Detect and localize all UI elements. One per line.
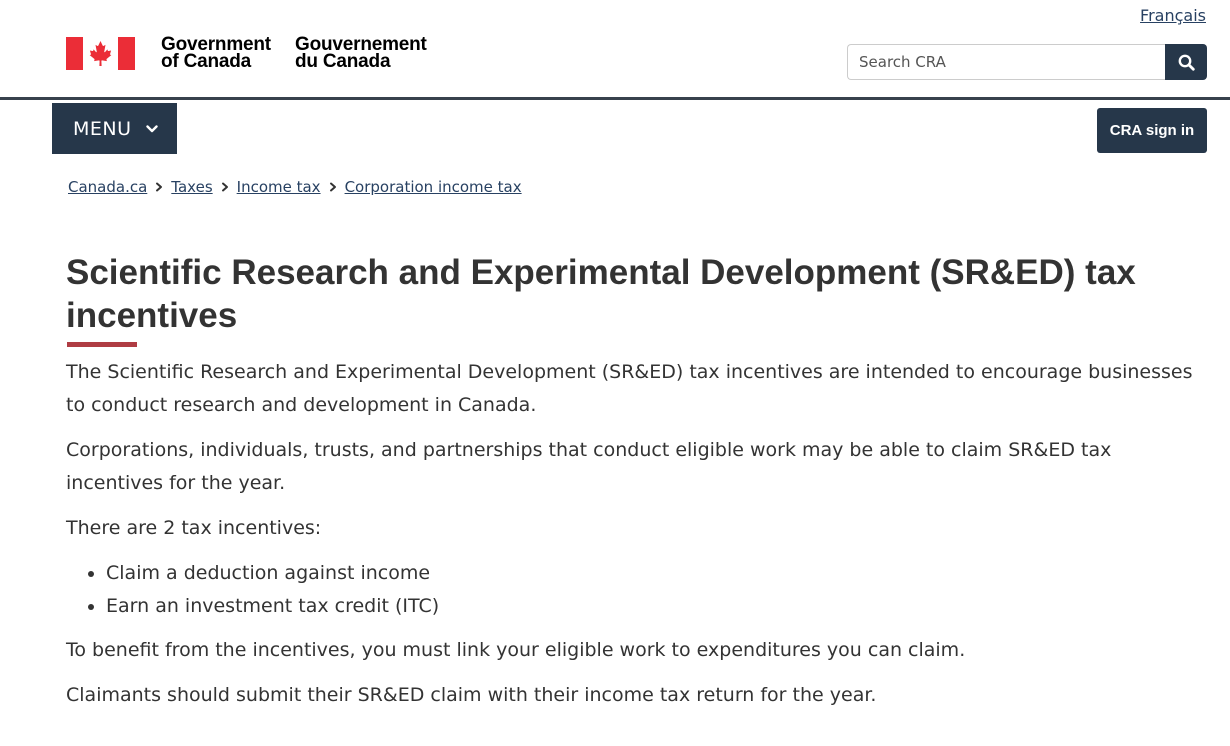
cra-sign-in-button[interactable]: CRA sign in bbox=[1097, 108, 1207, 153]
government-of-canada-signature[interactable]: Government of Canada Gouvernement du Can… bbox=[66, 35, 427, 72]
intro-paragraph: The Scientific Research and Experimental… bbox=[66, 361, 1193, 416]
incentives-lead-paragraph: There are 2 tax incentives: bbox=[66, 517, 322, 539]
menu-label: MENU bbox=[73, 117, 132, 140]
title-underline bbox=[67, 342, 137, 347]
page-title: Scientific Research and Experimental Dev… bbox=[66, 253, 1136, 335]
chevron-right-icon bbox=[213, 178, 237, 196]
search-button[interactable] bbox=[1165, 44, 1207, 80]
list-item: Claim a deduction against income bbox=[106, 557, 1206, 590]
signature-french: Gouvernement du Canada bbox=[295, 35, 427, 72]
breadcrumb-link-taxes[interactable]: Taxes bbox=[171, 178, 212, 196]
search-input[interactable] bbox=[847, 44, 1167, 80]
benefit-paragraph: To benefit from the incentives, you must… bbox=[66, 639, 966, 661]
menu-button[interactable]: MENU bbox=[52, 103, 177, 154]
submit-paragraph: Claimants should submit their SR&ED clai… bbox=[66, 684, 877, 706]
list-item: Earn an investment tax credit (ITC) bbox=[106, 590, 1206, 623]
site-header: Français Government of Canada Gouverneme… bbox=[0, 0, 1230, 100]
breadcrumb-link-corporation-income-tax[interactable]: Corporation income tax bbox=[345, 178, 522, 196]
chevron-down-icon bbox=[146, 125, 158, 133]
breadcrumb-link-income-tax[interactable]: Income tax bbox=[237, 178, 321, 196]
language-toggle-link[interactable]: Français bbox=[1140, 6, 1206, 25]
chevron-right-icon bbox=[321, 178, 345, 196]
signature-english-line2: of Canada bbox=[161, 51, 252, 72]
search-form bbox=[847, 44, 1207, 80]
search-icon bbox=[1178, 54, 1195, 71]
content-body: The Scientific Research and Experimental… bbox=[66, 356, 1206, 724]
breadcrumb-link-canada[interactable]: Canada.ca bbox=[68, 178, 147, 196]
signature-french-line2: du Canada bbox=[295, 51, 391, 72]
breadcrumb: Canada.ca Taxes Income tax Corporation i… bbox=[68, 178, 522, 196]
chevron-right-icon bbox=[147, 178, 171, 196]
canada-flag-icon bbox=[66, 37, 135, 70]
eligibility-paragraph: Corporations, individuals, trusts, and p… bbox=[66, 439, 1112, 494]
incentives-list: Claim a deduction against income Earn an… bbox=[66, 557, 1206, 623]
signature-english: Government of Canada bbox=[161, 35, 271, 72]
